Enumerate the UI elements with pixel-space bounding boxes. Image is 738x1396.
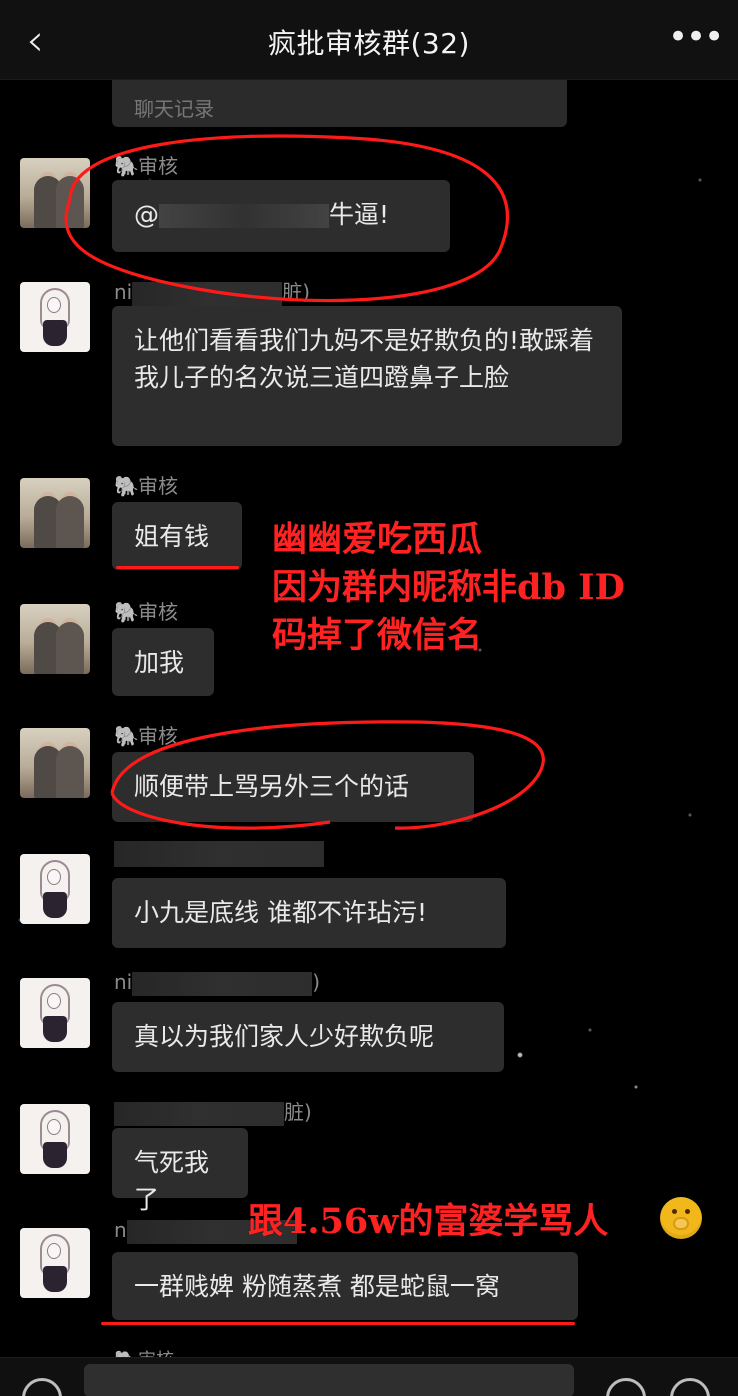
avatar-dress — [43, 1016, 67, 1042]
avatar[interactable] — [20, 1104, 90, 1174]
message-input[interactable] — [84, 1364, 574, 1396]
avatar-dress — [43, 1142, 67, 1168]
message-input-bar — [0, 1357, 738, 1396]
face-with-hand-over-mouth-icon — [660, 1197, 702, 1239]
blurred-sender — [132, 971, 313, 996]
sender-name — [114, 840, 324, 867]
avatar-body-right — [56, 496, 84, 548]
avatar[interactable] — [20, 478, 90, 548]
sender-label: 审核 — [138, 474, 178, 498]
top-bar: ‹ 疯批审核群(32) ••• — [0, 0, 738, 80]
avatar[interactable] — [20, 282, 90, 352]
avatar-body-right — [56, 622, 84, 674]
animal-icon: 🐘 — [114, 724, 139, 748]
sender-name: 脏) — [114, 1096, 312, 1126]
emoji-eye-right — [685, 1209, 690, 1214]
avatar[interactable] — [20, 728, 90, 798]
message-bubble[interactable]: 真以为我们家人少好欺负呢 — [112, 1002, 504, 1072]
sender-label: 审核 — [138, 600, 178, 624]
message-bubble[interactable]: @ 牛逼! — [112, 180, 450, 252]
emoji-icon[interactable] — [606, 1378, 646, 1396]
message-mention-suffix: 牛逼! — [329, 200, 390, 229]
message-bubble[interactable]: 一群贱婢 粉随蒸煮 都是蛇鼠一窝 — [112, 1252, 578, 1320]
avatar-body-right — [56, 746, 84, 798]
animal-icon: 🐘 — [114, 154, 139, 178]
blurred-name — [159, 204, 329, 228]
sender-name: 🐘审核 — [114, 470, 178, 499]
message-5: 🐘审核 顺便带上骂另外三个的话 — [0, 720, 738, 824]
red-underline-short — [116, 566, 239, 569]
sender-suffix: 脏) — [284, 1100, 312, 1124]
message-bubble[interactable]: 气死我了 — [112, 1128, 248, 1214]
sender-suffix: ) — [312, 970, 321, 994]
avatar-body-right — [56, 176, 84, 228]
message-7: ni) 真以为我们家人少好欺负呢 — [0, 970, 738, 1076]
annotation-line-2: 因为群内昵称非db ID — [272, 567, 625, 608]
sender-name: 🐘审核 — [114, 596, 178, 625]
avatar-face — [47, 993, 61, 1009]
message-8: 脏) 气死我了 — [0, 1096, 738, 1214]
sender-name: ni) — [114, 970, 320, 996]
red-underline-bottom — [101, 1322, 575, 1325]
message-mention-prefix: @ — [134, 200, 159, 229]
sender-name: ni 脏) — [114, 276, 310, 306]
avatar[interactable] — [20, 158, 90, 228]
annotation-bottom-note: 跟4.56w的富婆学骂人 — [248, 1201, 609, 1242]
blurred-sender — [114, 840, 324, 867]
animal-icon: 🐘 — [114, 474, 139, 498]
message-6: 小九是底线 谁都不许玷污! — [0, 840, 738, 952]
animal-icon: 🐘 — [114, 600, 139, 624]
message-bubble[interactable]: 加我 — [112, 628, 214, 696]
avatar[interactable] — [20, 604, 90, 674]
avatar-face — [47, 297, 61, 313]
message-bubble[interactable]: 姐有钱 — [112, 502, 242, 570]
sender-name: 🐘审核 — [114, 150, 178, 179]
avatar-dress — [43, 892, 67, 918]
chat-history-label: 聊天记录 — [134, 97, 214, 121]
blurred-sender — [114, 1101, 284, 1126]
sender-label: 审核 — [138, 724, 178, 748]
message-1: 🐘审核 @ 牛逼! — [0, 150, 738, 260]
avatar[interactable] — [20, 1228, 90, 1298]
message-bubble[interactable]: 让他们看看我们九妈不是好欺负的!敢踩着我儿子的名次说三道四蹬鼻子上脸 — [112, 306, 622, 446]
avatar-dress — [43, 320, 67, 346]
chat-title: 疯批审核群(32) — [268, 27, 470, 60]
avatar[interactable] — [20, 978, 90, 1048]
avatar-face — [47, 1119, 61, 1135]
blurred-sender — [132, 281, 283, 306]
sender-label: 审核 — [138, 154, 178, 178]
emoji-eye-left — [672, 1209, 677, 1214]
sender-prefix: ni — [114, 280, 133, 304]
chat-screen: ‹ 疯批审核群(32) ••• 聊天记录 🐘审核 @ 牛逼! ni 脏) 让他们看看… — [0, 0, 738, 1396]
message-bubble[interactable]: 顺便带上骂另外三个的话 — [112, 752, 474, 822]
message-bubble[interactable]: 小九是底线 谁都不许玷污! — [112, 878, 506, 948]
avatar-dress — [43, 1266, 67, 1292]
avatar-face — [47, 1243, 61, 1259]
avatar[interactable] — [20, 854, 90, 924]
annotation-line-3: 码掉了微信名 — [272, 615, 483, 656]
annotation-line-1: 幽幽爱吃西瓜 — [272, 519, 483, 560]
chat-history-card[interactable]: 聊天记录 — [112, 80, 567, 127]
message-2: ni 脏) 让他们看看我们九妈不是好欺负的!敢踩着我儿子的名次说三道四蹬鼻子上脸 — [0, 272, 738, 458]
add-icon[interactable] — [670, 1378, 710, 1396]
sender-prefix: ni — [114, 970, 133, 994]
sender-prefix: n — [114, 1218, 127, 1242]
more-icon[interactable]: ••• — [668, 20, 724, 60]
emoji-hand — [673, 1217, 689, 1230]
avatar-face — [47, 869, 61, 885]
sender-suffix: 脏) — [282, 280, 311, 304]
sender-name: 🐘审核 — [114, 720, 178, 749]
voice-icon[interactable] — [22, 1378, 62, 1396]
